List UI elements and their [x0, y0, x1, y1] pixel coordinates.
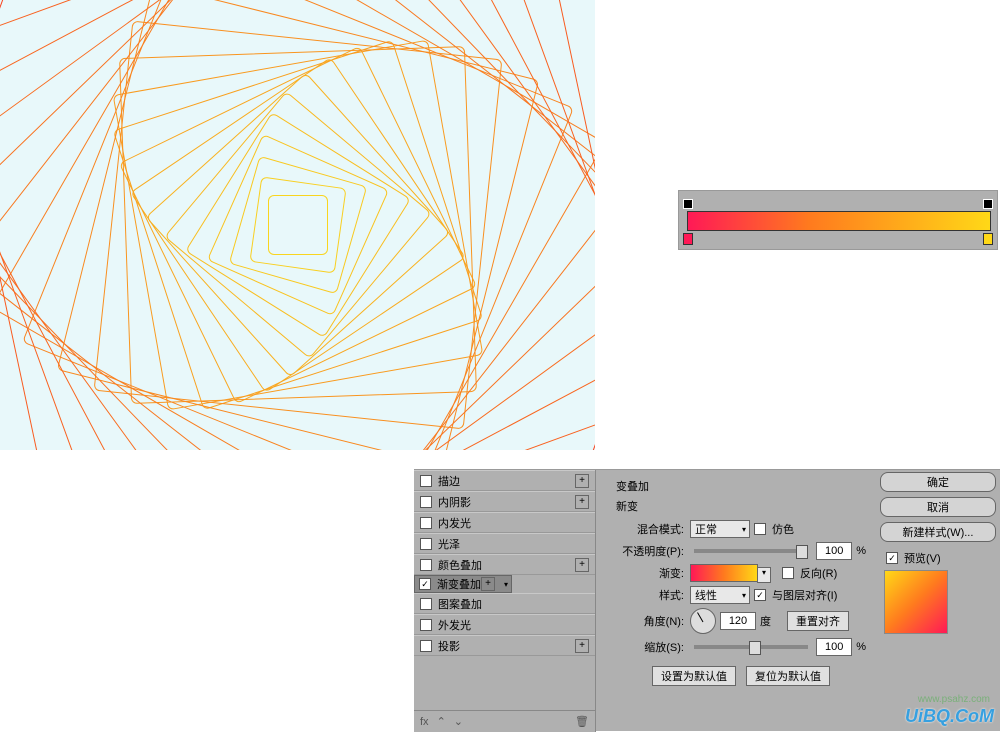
down-icon[interactable]: ⌄ — [454, 715, 463, 728]
set-default-button[interactable]: 设置为默认值 — [652, 666, 736, 686]
opacity-input[interactable]: 100 — [816, 542, 852, 560]
watermark-url: www.psahz.com — [918, 694, 990, 705]
effect-row-1[interactable]: 内阴影 + — [414, 491, 595, 512]
reset-align-button[interactable]: 重置对齐 — [787, 611, 849, 631]
gradient-select[interactable] — [690, 564, 758, 582]
effect-row-7[interactable]: 外发光 — [414, 614, 595, 635]
opacity-slider[interactable] — [694, 549, 808, 553]
effect-row-3[interactable]: 光泽 — [414, 533, 595, 554]
effect-checkbox[interactable] — [420, 598, 432, 610]
dialog-buttons: 确定 取消 新建样式(W)... — [880, 472, 996, 542]
align-checkbox[interactable]: ✓ — [754, 589, 766, 601]
panel-subtitle: 新变 — [616, 498, 866, 514]
angle-label: 角度(N): — [616, 613, 686, 629]
panel-title: 变叠加 — [616, 478, 866, 494]
preview-swatch — [884, 570, 948, 634]
angle-input[interactable]: 120 — [720, 612, 756, 630]
add-effect-icon[interactable]: + — [481, 577, 495, 591]
effects-list: 描边+内阴影+内发光光泽颜色叠加+✓渐变叠加+图案叠加外发光投影+fx⌃⌄🗑 — [414, 470, 596, 732]
add-effect-icon[interactable]: + — [575, 474, 589, 488]
align-label: 与图层对齐(I) — [772, 587, 837, 603]
effect-checkbox[interactable] — [420, 619, 432, 631]
gradient-bar[interactable] — [687, 211, 991, 231]
effect-label: 光泽 — [438, 536, 460, 552]
artwork-canvas: (function(){ var c=document.querySelecto… — [0, 0, 595, 450]
effect-checkbox[interactable] — [420, 475, 432, 487]
dither-checkbox[interactable] — [754, 523, 766, 535]
angle-dial[interactable] — [690, 608, 716, 634]
gradient-label: 渐变: — [616, 565, 686, 581]
preview-label: 预览(V) — [904, 550, 941, 566]
preview-checkbox[interactable]: ✓ — [886, 552, 898, 564]
opacity-stop-left[interactable] — [683, 199, 693, 209]
style-select[interactable]: 线性 — [690, 586, 750, 604]
gradient-overlay-panel: 变叠加 新变 混合模式: 正常 仿色 不透明度(P): 100 % 渐变: 反向… — [606, 470, 876, 698]
add-effect-icon[interactable]: + — [575, 558, 589, 572]
effect-row-8[interactable]: 投影 + — [414, 635, 595, 656]
reverse-checkbox[interactable] — [782, 567, 794, 579]
effect-label: 颜色叠加 — [438, 557, 482, 573]
effect-checkbox[interactable] — [420, 517, 432, 529]
reset-default-button[interactable]: 复位为默认值 — [746, 666, 830, 686]
scale-slider[interactable] — [694, 645, 808, 649]
style-label: 样式: — [616, 587, 686, 603]
scale-label: 缩放(S): — [616, 639, 686, 655]
layer-style-dialog: 描边+内阴影+内发光光泽颜色叠加+✓渐变叠加+图案叠加外发光投影+fx⌃⌄🗑 变… — [414, 469, 1000, 731]
effect-row-2[interactable]: 内发光 — [414, 512, 595, 533]
effect-checkbox[interactable] — [420, 538, 432, 550]
scale-input[interactable]: 100 — [816, 638, 852, 656]
new-style-button[interactable]: 新建样式(W)... — [880, 522, 996, 542]
gradient-editor[interactable] — [678, 190, 998, 250]
cancel-button[interactable]: 取消 — [880, 497, 996, 517]
effect-checkbox[interactable] — [420, 640, 432, 652]
add-effect-icon[interactable]: + — [575, 495, 589, 509]
effect-row-6[interactable]: 图案叠加 — [414, 593, 595, 614]
effect-label: 渐变叠加 — [437, 576, 481, 592]
effect-label: 图案叠加 — [438, 596, 482, 612]
effect-row-4[interactable]: 颜色叠加 + — [414, 554, 595, 575]
ok-button[interactable]: 确定 — [880, 472, 996, 492]
up-icon[interactable]: ⌃ — [437, 715, 446, 728]
add-effect-icon[interactable]: + — [575, 639, 589, 653]
effect-checkbox[interactable] — [420, 496, 432, 508]
effect-checkbox[interactable]: ✓ — [419, 578, 431, 590]
effect-row-0[interactable]: 描边 + — [414, 470, 595, 491]
reverse-label: 反向(R) — [800, 565, 837, 581]
effect-label: 内发光 — [438, 515, 471, 531]
opacity-stop-right[interactable] — [983, 199, 993, 209]
blend-mode-select[interactable]: 正常 — [690, 520, 750, 538]
effect-label: 投影 — [438, 638, 460, 654]
effect-label: 外发光 — [438, 617, 471, 633]
opacity-label: 不透明度(P): — [616, 543, 686, 559]
color-stop-right[interactable] — [983, 233, 993, 245]
color-stop-left[interactable] — [683, 233, 693, 245]
watermark: UiBQ.CoM — [905, 706, 994, 727]
effect-row-5[interactable]: ✓ 渐变叠加+ — [414, 575, 512, 593]
effect-label: 内阴影 — [438, 494, 471, 510]
effect-checkbox[interactable] — [420, 559, 432, 571]
dither-label: 仿色 — [772, 521, 794, 537]
trash-icon[interactable]: 🗑 — [575, 715, 589, 728]
blend-label: 混合模式: — [616, 521, 686, 537]
effect-label: 描边 — [438, 473, 460, 489]
fx-icon[interactable]: fx — [420, 716, 429, 728]
